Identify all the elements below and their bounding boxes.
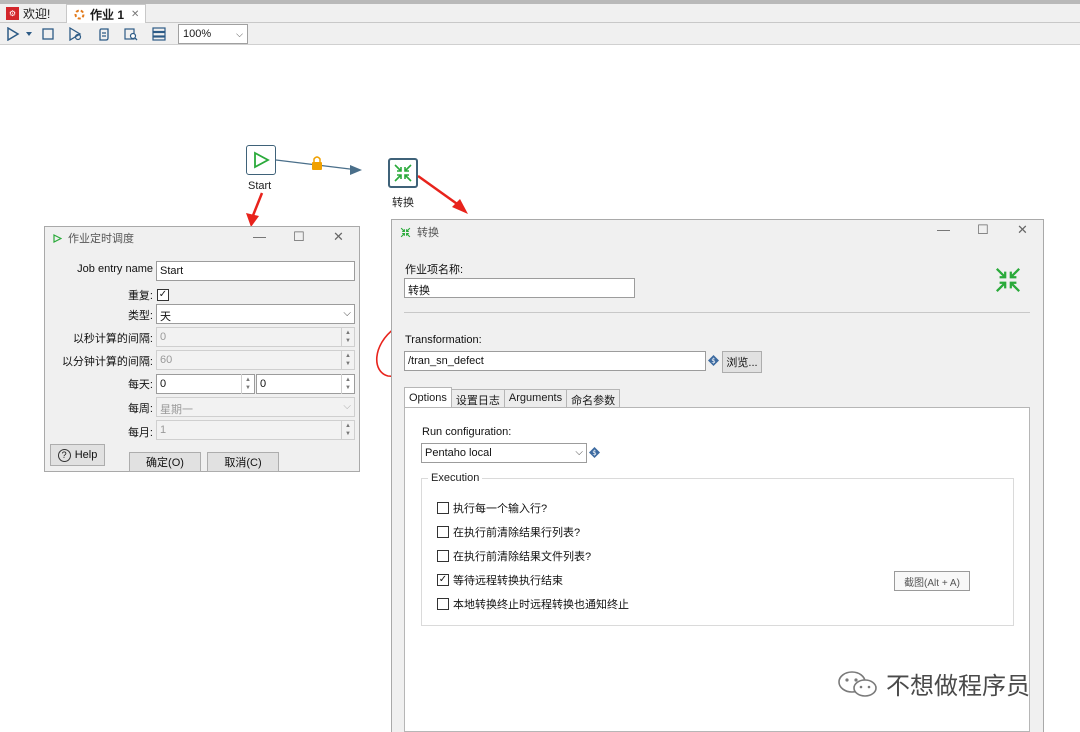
minutes-interval-label: 以分钟计算的间隔:: [61, 356, 153, 368]
checkbox-unchecked-icon: [437, 526, 449, 538]
tab-options[interactable]: Options: [404, 387, 452, 407]
execution-group-title: Execution: [428, 472, 483, 484]
start-node-label: Start: [248, 180, 272, 192]
minimize-icon[interactable]: —: [253, 229, 266, 244]
svg-text:$: $: [711, 357, 715, 365]
cancel-button[interactable]: 取消(C): [207, 452, 279, 472]
option-label: 执行每一个输入行?: [453, 503, 548, 515]
annotation-arrow-transform: [417, 174, 468, 214]
daily-minute-spinner-icon[interactable]: ▲ ▼: [341, 374, 354, 394]
start-play-icon: [53, 233, 62, 243]
close-icon[interactable]: ✕: [1017, 222, 1028, 238]
schedule-dialog-title: 作业定时调度: [68, 233, 134, 245]
monthly-spinner-icon[interactable]: ▲ ▼: [341, 420, 354, 440]
minutes-interval-field[interactable]: 60: [156, 350, 355, 370]
option-clear-result-rows[interactable]: 在执行前清除结果行列表?: [437, 524, 580, 540]
variable-diamond-icon[interactable]: $: [708, 355, 719, 369]
ok-button[interactable]: 确定(O): [129, 452, 201, 472]
options-tabs: Options 设置日志 Arguments 命名参数: [404, 387, 621, 407]
job-entry-name-label: Job entry name: [77, 263, 153, 275]
monthly-label: 每月:: [127, 427, 153, 439]
help-button-label: Help: [74, 449, 98, 461]
checkbox-checked-icon: ✓: [437, 574, 449, 586]
job-entry-name-field[interactable]: Start: [156, 261, 355, 281]
transformation-node-label: 转换: [392, 197, 414, 209]
wechat-icon: [838, 670, 877, 697]
type-label: 类型:: [127, 310, 153, 322]
tab-named-parameters[interactable]: 命名参数: [566, 389, 621, 407]
option-wait-remote-finish[interactable]: ✓ 等待远程转换执行结束: [437, 572, 563, 588]
seconds-interval-label: 以秒计算的间隔:: [72, 333, 153, 345]
chevron-down-icon: ⌵: [343, 308, 351, 319]
transformation-label: Transformation:: [405, 334, 482, 346]
checkbox-checked-icon: ✓: [157, 289, 169, 301]
transformation-dialog-titlebar: 转换 — ☐ ✕: [392, 220, 1043, 244]
help-icon: ?: [57, 448, 71, 462]
minimize-icon[interactable]: —: [937, 222, 950, 237]
daily-hour-spinner-icon[interactable]: ▲ ▼: [241, 374, 254, 394]
hop-arrow-icon: [350, 165, 362, 175]
close-icon[interactable]: ✕: [333, 229, 344, 245]
option-label: 本地转换终止时远程转换也通知终止: [453, 599, 629, 611]
transformation-icon: [394, 164, 412, 182]
transformation-node[interactable]: [388, 158, 418, 188]
checkbox-unchecked-icon: [437, 502, 449, 514]
chevron-down-icon: ⌵: [343, 401, 351, 412]
type-select[interactable]: 天 ⌵: [156, 304, 355, 324]
repeat-label: 重复:: [127, 290, 153, 302]
type-select-value: 天: [160, 311, 171, 323]
checkbox-unchecked-icon: [437, 550, 449, 562]
schedule-dialog-titlebar: 作业定时调度 — ☐ ✕: [45, 227, 359, 249]
tab-logging[interactable]: 设置日志: [450, 389, 505, 407]
transformation-path-field[interactable]: /tran_sn_defect: [404, 351, 706, 371]
chevron-down-icon: ⌵: [575, 447, 583, 458]
entry-name-label: 作业项名称:: [405, 264, 464, 276]
watermark-text: 不想做程序员: [886, 673, 1030, 700]
transformation-dialog-title: 转换: [417, 227, 439, 239]
maximize-icon[interactable]: ☐: [977, 222, 989, 238]
option-label: 等待远程转换执行结束: [453, 575, 563, 587]
repeat-checkbox[interactable]: ✓: [157, 286, 169, 301]
svg-text:$: $: [592, 449, 596, 457]
browse-button[interactable]: 浏览...: [722, 351, 762, 373]
watermark: 不想做程序员: [836, 666, 1030, 701]
start-play-icon: [254, 151, 270, 169]
help-button[interactable]: ? Help: [50, 444, 105, 466]
option-label: 在执行前清除结果文件列表?: [453, 551, 592, 563]
daily-minute-value: 0: [260, 378, 267, 390]
option-execute-every-row[interactable]: 执行每一个输入行?: [437, 500, 547, 516]
run-configuration-value: Pentaho local: [425, 447, 492, 459]
option-label: 在执行前清除结果行列表?: [453, 527, 581, 539]
entry-name-field[interactable]: 转换: [404, 278, 635, 298]
seconds-interval-value: 0: [160, 331, 167, 343]
daily-label: 每天:: [127, 379, 153, 391]
lock-icon: [312, 156, 322, 170]
seconds-interval-field[interactable]: 0: [156, 327, 355, 347]
start-node[interactable]: [246, 145, 276, 175]
weekly-select[interactable]: 星期一 ⌵: [156, 397, 355, 417]
run-configuration-select[interactable]: Pentaho local ⌵: [421, 443, 587, 463]
daily-hour-value: 0: [160, 378, 167, 390]
screenshot-hint-tooltip: 截图(Alt + A): [894, 571, 970, 591]
transformation-large-icon: [994, 266, 1022, 297]
maximize-icon[interactable]: ☐: [293, 229, 305, 245]
divider: [404, 312, 1030, 313]
run-configuration-label: Run configuration:: [422, 426, 512, 438]
weekly-label: 每周:: [127, 403, 153, 415]
variable-diamond-icon[interactable]: $: [589, 447, 600, 461]
annotation-arrow-start: [246, 192, 264, 227]
weekly-select-value: 星期一: [160, 404, 193, 416]
monthly-field[interactable]: 1: [156, 420, 355, 440]
seconds-spinner-icon[interactable]: ▲ ▼: [341, 327, 354, 347]
option-clear-result-files[interactable]: 在执行前清除结果文件列表?: [437, 548, 591, 564]
tab-arguments[interactable]: Arguments: [503, 389, 568, 407]
monthly-value: 1: [160, 424, 167, 436]
checkbox-unchecked-icon: [437, 598, 449, 610]
minutes-spinner-icon[interactable]: ▲ ▼: [341, 350, 354, 370]
option-follow-local-abort[interactable]: 本地转换终止时远程转换也通知终止: [437, 596, 629, 612]
minutes-interval-value: 60: [160, 354, 173, 366]
transformation-icon: [400, 227, 411, 237]
